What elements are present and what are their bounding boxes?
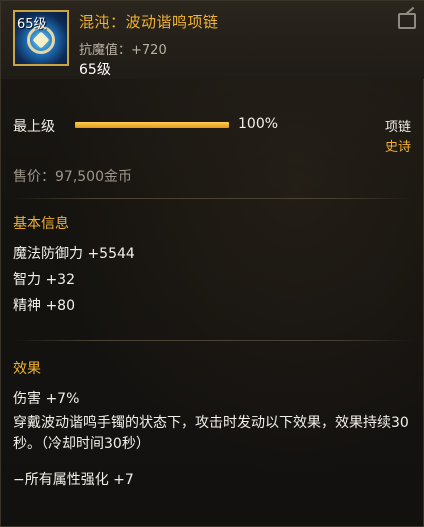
anti-magic-label: 抗魔值： bbox=[79, 43, 132, 58]
anti-magic-value: +720 bbox=[131, 43, 167, 58]
necklace-icon: 65级 bbox=[13, 10, 69, 66]
basic-info-title: 基本信息 bbox=[13, 216, 69, 232]
item-level-badge: 65级 bbox=[17, 17, 47, 32]
divider bbox=[11, 340, 415, 341]
upgrade-label: 最上级 bbox=[13, 119, 55, 135]
tooltip-header: 65级 混沌：波动谐鸣项链 抗魔值：+720 65级 bbox=[1, 1, 424, 79]
item-slot: 项链 bbox=[384, 120, 411, 135]
divider bbox=[11, 198, 415, 199]
share-icon[interactable] bbox=[398, 13, 416, 29]
effect-damage: 伤害 +7% bbox=[13, 391, 80, 407]
anti-magic-stat: 抗魔值：+720 bbox=[79, 39, 167, 58]
item-level: 65级 bbox=[79, 62, 111, 78]
item-name: 混沌：波动谐鸣项链 bbox=[79, 13, 219, 31]
upgrade-progress-bar bbox=[75, 122, 229, 128]
stat-intelligence: 智力 +32 bbox=[13, 272, 75, 288]
upgrade-percent: 100% bbox=[238, 116, 279, 132]
item-tooltip: 65级 混沌：波动谐鸣项链 抗魔值：+720 65级 最上级 100% 项链 史… bbox=[0, 0, 424, 527]
effects-title: 效果 bbox=[13, 361, 41, 377]
stat-spirit: 精神 +80 bbox=[13, 298, 75, 314]
effect-description: 穿戴波动谐鸣手镯的状态下，攻击时发动以下效果，效果持续30秒。（冷却时间30秒） bbox=[13, 415, 409, 452]
effect-all-stats: −所有属性强化 +7 bbox=[13, 472, 134, 488]
sell-price: 售价：97,500金币 bbox=[13, 169, 132, 185]
stat-magic-defense: 魔法防御力 +5544 bbox=[13, 246, 135, 262]
item-rarity: 史诗 bbox=[384, 140, 411, 155]
upgrade-progress-fill bbox=[75, 122, 229, 128]
